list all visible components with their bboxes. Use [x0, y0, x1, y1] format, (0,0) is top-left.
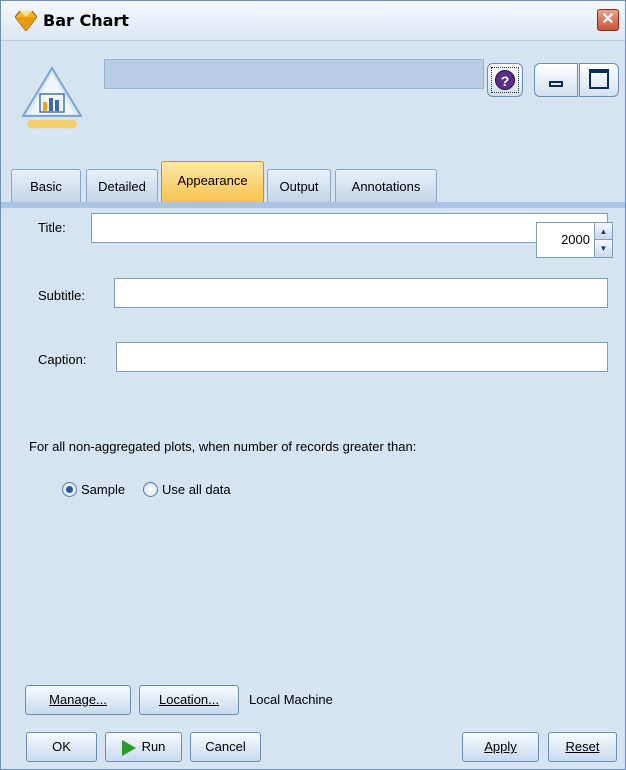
appearance-panel: Title: Subtitle: Caption: For all non-ag… [1, 208, 625, 730]
tab-detailed[interactable]: Detailed [86, 169, 158, 203]
title-label: Title: [38, 220, 66, 235]
location-button[interactable]: Location... [139, 685, 239, 715]
title-input[interactable] [91, 213, 608, 243]
location-button-label: Location... [159, 692, 219, 707]
diamond-icon [15, 11, 37, 31]
apply-button[interactable]: Apply [462, 732, 539, 762]
close-icon: ✕ [601, 11, 615, 28]
tab-appearance[interactable]: Appearance [161, 161, 264, 203]
reset-button-label: Reset [565, 739, 600, 754]
bar-chart-node-icon [21, 66, 83, 136]
sample-radio[interactable] [62, 482, 77, 497]
manage-button[interactable]: Manage... [25, 685, 131, 715]
node-header: ? [1, 42, 625, 152]
caption-label: Caption: [38, 352, 87, 367]
tab-output[interactable]: Output [267, 169, 331, 203]
run-button-label: Run [141, 739, 166, 754]
maximize-icon [589, 69, 609, 89]
node-name-field[interactable] [104, 59, 484, 89]
minimize-button[interactable] [534, 63, 578, 97]
use-all-data-radio-label[interactable]: Use all data [162, 482, 231, 497]
run-button[interactable]: Run [105, 732, 182, 762]
close-button[interactable]: ✕ [597, 9, 619, 31]
reset-button[interactable]: Reset [548, 732, 617, 762]
subtitle-label: Subtitle: [38, 288, 85, 303]
records-threshold-value: 2000 [561, 232, 590, 247]
spinner-up-arrow-icon[interactable]: ▲ [594, 223, 612, 240]
caption-input[interactable] [116, 342, 608, 372]
ok-button[interactable]: OK [26, 732, 97, 762]
play-icon [121, 739, 136, 756]
records-threshold-spinner[interactable]: 2000 ▲ ▼ [536, 222, 613, 258]
help-button[interactable]: ? [487, 63, 523, 97]
tab-annotations[interactable]: Annotations [335, 169, 437, 203]
sample-radio-label[interactable]: Sample [81, 482, 125, 497]
manage-button-label: Manage... [49, 692, 107, 707]
maximize-button[interactable] [579, 63, 619, 97]
apply-button-label: Apply [484, 739, 517, 754]
subtitle-input[interactable] [114, 278, 608, 308]
title-bar[interactable]: Bar Chart ✕ [1, 1, 625, 41]
cancel-button[interactable]: Cancel [190, 732, 261, 762]
window-title: Bar Chart [43, 11, 129, 30]
tab-basic[interactable]: Basic [11, 169, 81, 203]
records-threshold-label: For all non-aggregated plots, when numbe… [29, 439, 417, 454]
cancel-button-label: Cancel [205, 739, 246, 754]
ok-button-label: OK [52, 739, 71, 754]
tab-bar: Basic Detailed Appearance Output Annotat… [1, 161, 625, 203]
location-value: Local Machine [249, 692, 333, 707]
use-all-data-radio[interactable] [143, 482, 158, 497]
help-icon: ? [495, 70, 515, 90]
minimize-icon [549, 81, 563, 87]
spinner-down-arrow-icon[interactable]: ▼ [594, 240, 612, 257]
bar-chart-dialog: Bar Chart ✕ ? Basic Detailed Appearance … [0, 0, 626, 770]
